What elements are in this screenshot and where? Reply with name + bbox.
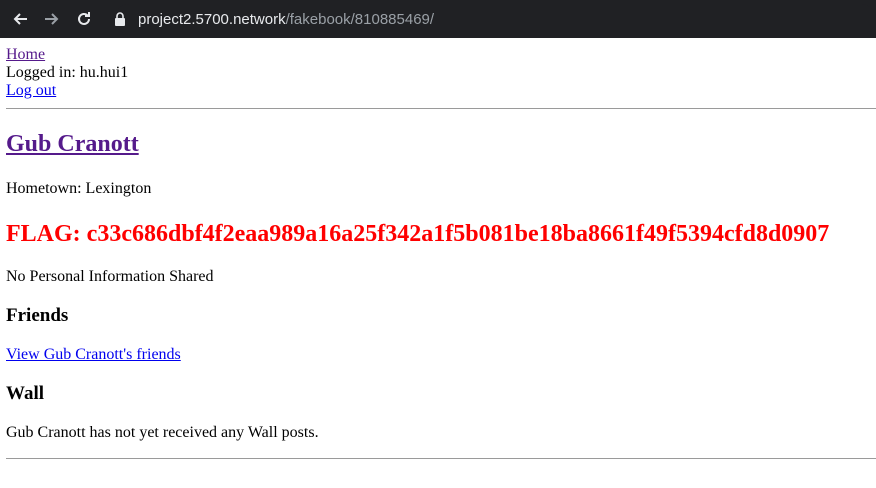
page-content: Home Logged in: hu.hui1 Log out Gub Cran… [0, 38, 876, 459]
forward-arrow-icon[interactable] [42, 9, 62, 29]
back-arrow-icon[interactable] [10, 9, 30, 29]
top-divider [6, 108, 876, 109]
wall-heading: Wall [6, 383, 45, 404]
bottom-divider [6, 458, 876, 459]
lock-icon [114, 12, 128, 26]
flag-heading: FLAG: c33c686dbf4f2eaa989a16a25f342a1f5b… [6, 221, 830, 247]
url-host: project2.5700.network [138, 10, 286, 28]
reload-icon[interactable] [74, 9, 94, 29]
logged-in-status: Logged in: hu.hui1 [6, 64, 129, 81]
wall-empty-text: Gub Cranott has not yet received any Wal… [6, 424, 319, 441]
view-friends-link[interactable]: View Gub Cranott's friends [6, 346, 181, 363]
personal-info-text: No Personal Information Shared [6, 268, 214, 285]
url-path: /fakebook/810885469/ [285, 10, 435, 28]
hometown-text: Hometown: Lexington [6, 180, 152, 197]
profile-name-link[interactable]: Gub Cranott [6, 131, 139, 157]
address-bar[interactable]: project2.5700.network/fakebook/810885469… [114, 4, 876, 34]
browser-toolbar: project2.5700.network/fakebook/810885469… [0, 0, 876, 38]
home-link[interactable]: Home [6, 46, 45, 63]
friends-heading: Friends [6, 305, 69, 326]
logout-link[interactable]: Log out [6, 82, 56, 99]
